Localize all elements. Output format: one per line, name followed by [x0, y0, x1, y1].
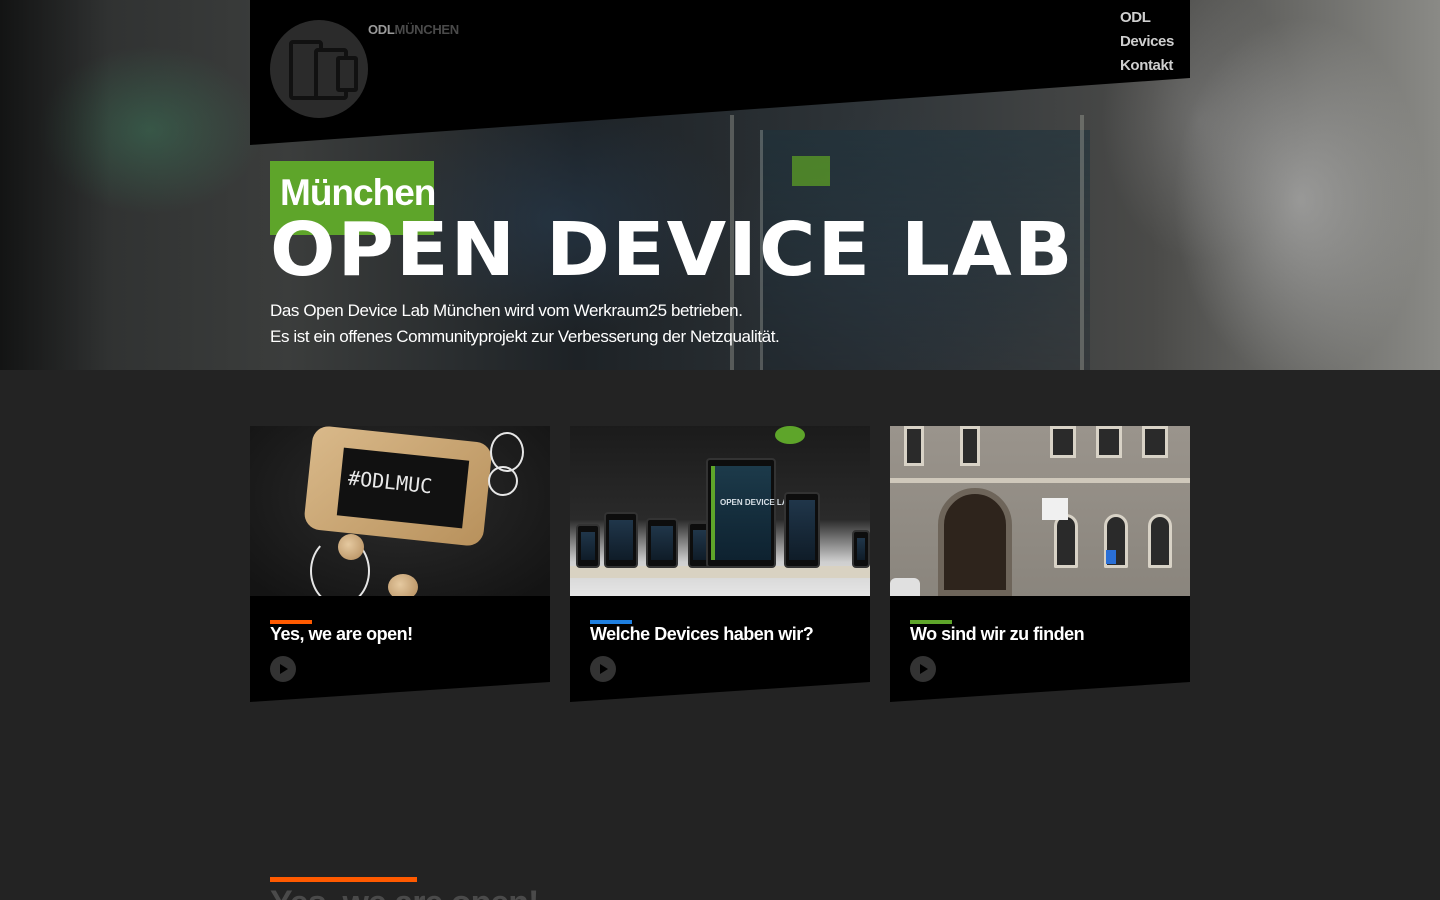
hero-background-panel	[1080, 115, 1084, 370]
play-icon[interactable]	[590, 656, 616, 682]
building-window	[960, 426, 980, 466]
frog-figure	[775, 426, 805, 444]
logo-device-shape	[336, 56, 358, 92]
card-body: Yes, we are open!	[250, 596, 550, 702]
hero-description-line: Das Open Device Lab München wird vom Wer…	[270, 301, 743, 320]
earbud	[388, 574, 418, 596]
nav-link-devices[interactable]: Devices	[1120, 30, 1174, 54]
section-title: Yes, we are open!	[270, 884, 539, 900]
card-body: Wo sind wir zu finden	[890, 596, 1190, 702]
play-icon[interactable]	[270, 656, 296, 682]
device-phone	[646, 518, 678, 568]
card-title: Yes, we are open!	[270, 624, 413, 644]
card-image-devices: OPEN DEVICE LAB	[570, 426, 870, 596]
main-nav: ODL Devices Kontakt	[1120, 6, 1174, 78]
hero-description: Das Open Device Lab München wird vom Wer…	[270, 298, 780, 350]
hero-background-green-tag	[792, 156, 830, 186]
card-location[interactable]: Wo sind wir zu finden	[890, 426, 1190, 702]
parked-car	[890, 578, 920, 596]
building-window	[1096, 426, 1122, 458]
building-sign	[1106, 550, 1116, 564]
section-accent-line	[270, 877, 417, 882]
nav-link-kontakt[interactable]: Kontakt	[1120, 54, 1174, 78]
building-window	[1050, 426, 1076, 458]
device-phone	[852, 530, 870, 568]
play-icon[interactable]	[910, 656, 936, 682]
card-title: Welche Devices haben wir?	[590, 624, 814, 644]
logo-text-part1: ODL	[368, 22, 395, 37]
card-body: Welche Devices haben wir?	[570, 596, 870, 702]
building-sign	[1042, 498, 1068, 520]
card-image-chalkboard: #ODLMUC	[250, 426, 550, 596]
card-open[interactable]: #ODLMUC Yes, we are open!	[250, 426, 550, 702]
building-window	[904, 426, 924, 466]
facade-ledge	[890, 478, 1190, 483]
nav-link-odl[interactable]: ODL	[1120, 6, 1174, 30]
earbud	[338, 534, 364, 560]
hero-title: OPEN DEVICE LAB	[270, 207, 1075, 293]
device-phone	[604, 512, 638, 568]
hero-description-line: Es ist ein offenes Communityprojekt zur …	[270, 327, 780, 346]
device-tablet	[706, 458, 776, 568]
logo-text-part2: MÜNCHEN	[394, 22, 460, 37]
logo-text: ODLMÜNCHEN	[368, 22, 459, 37]
building-window	[1142, 426, 1168, 458]
building-door	[938, 488, 1012, 596]
card-image-building	[890, 426, 1190, 596]
hero-background-shade	[0, 0, 110, 370]
card-title: Wo sind wir zu finden	[910, 624, 1085, 644]
building-window	[1054, 514, 1078, 568]
device-phone	[784, 492, 820, 568]
device-screen-text: OPEN DEVICE LAB	[720, 498, 794, 507]
device-phone	[576, 524, 600, 568]
building-window	[1148, 514, 1172, 568]
card-devices[interactable]: OPEN DEVICE LAB Welche Devices haben wir…	[570, 426, 870, 702]
earphone-cable	[488, 466, 518, 496]
